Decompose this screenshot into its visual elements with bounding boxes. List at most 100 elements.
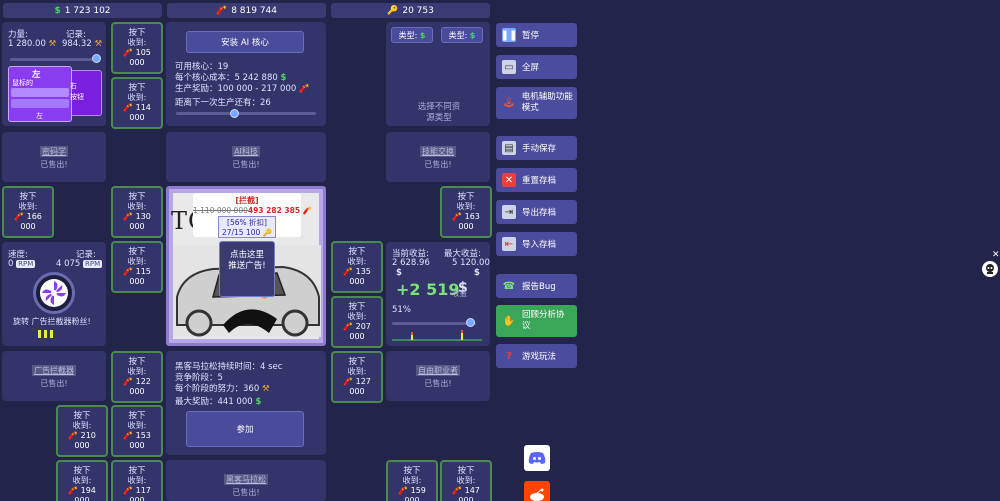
press-collect-label: 收到: xyxy=(456,476,476,485)
press-button[interactable]: 按下 收到: 🧨 207 000 xyxy=(331,296,383,348)
press-button[interactable]: 按下 收到: 🧨 163 000 xyxy=(440,186,492,238)
report-bug-button[interactable]: ☎ 报告Bug xyxy=(496,274,577,298)
press-value-suffix: 000 xyxy=(349,387,365,396)
sold-text: 已售出! xyxy=(232,160,260,169)
press-button[interactable]: 按下 收到: 🧨 166 000 xyxy=(2,186,54,238)
join-marathon-button[interactable]: 参加 xyxy=(186,411,304,447)
money-counter: $ 1 723 102 xyxy=(3,3,162,18)
dynamite-value: 8 819 744 xyxy=(231,5,278,16)
press-collect-label: 收到: xyxy=(402,476,422,485)
press-button[interactable]: 按下 收到: 🧨 127 000 xyxy=(331,351,383,403)
press-button[interactable]: 按下 收到: 🧨 115 000 xyxy=(111,241,163,293)
type-selector-2[interactable]: 类型: $ xyxy=(441,27,483,43)
resource-type-panel: 类型: $ 类型: $ 选择不同资源类型 xyxy=(386,22,490,126)
press-title: 按下 xyxy=(128,411,146,421)
press-button[interactable]: 按下 收到: 🧨 105 000 xyxy=(111,22,163,74)
strength-slider-knob[interactable] xyxy=(92,54,101,63)
press-value-suffix: 000 xyxy=(458,222,474,231)
press-button[interactable]: 按下 收到: 🧨 159 000 xyxy=(386,460,438,501)
reddit-icon[interactable] xyxy=(524,481,550,501)
press-button[interactable]: 按下 收到: 🧨 135 000 xyxy=(331,241,383,293)
press-collect-label: 收到: xyxy=(127,421,147,430)
type-selector-1[interactable]: 类型: $ xyxy=(391,27,433,43)
ad-price-tag: [拦截] 1 110 000 000493 282 385 🧨 [56% 折扣]… xyxy=(193,193,312,238)
press-collect-label: 收到: xyxy=(127,367,147,376)
cryptography-sold: 密码学 已售出! xyxy=(2,132,106,182)
press-value-suffix: 000 xyxy=(129,277,145,286)
hacker-marathon-sold: 黑客马拉松 已售出! xyxy=(166,460,326,501)
dollar-icon: $ xyxy=(469,30,476,40)
ai-core-panel: 安装 AI 核心 可用核心：19 每个核心成本：5 242 880 $ 生产奖励… xyxy=(166,22,326,126)
pause-button[interactable]: ❚❚ 暂停 xyxy=(496,23,577,47)
mouse-button-cards[interactable]: 左 鼠标的 右 按钮 左 xyxy=(8,66,102,122)
income-slider[interactable] xyxy=(392,322,476,325)
helper-avatar-icon[interactable] xyxy=(982,261,998,277)
press-value: 114 xyxy=(135,103,151,112)
dynamite-icon: 🧨 xyxy=(123,267,134,276)
ad-panel[interactable]: TO OBK [拦截] 1 110 000 000493 282 385 🧨 [… xyxy=(166,186,326,346)
rpm-unit: RPM xyxy=(16,260,36,268)
fan-indicator xyxy=(38,330,53,338)
press-collect-label: 收到: xyxy=(72,421,92,430)
press-button[interactable]: 按下 收到: 🧨 117 000 xyxy=(111,460,163,501)
push-ad-button[interactable]: 点击这里推送广告! xyxy=(219,241,275,297)
press-value: 194 xyxy=(80,486,96,495)
press-button[interactable]: 按下 收到: 🧨 153 000 xyxy=(111,405,163,457)
ai-core-slider-knob[interactable] xyxy=(230,109,239,118)
fullscreen-button[interactable]: ▭ 全屏 xyxy=(496,55,577,79)
strength-slider[interactable] xyxy=(10,58,100,61)
press-button[interactable]: 按下 收到: 🧨 194 000 xyxy=(56,460,108,501)
close-icon[interactable]: ✕ xyxy=(992,250,1000,260)
press-collect-label: 收到: xyxy=(347,367,367,376)
manual-save-button[interactable]: ▤ 手动保存 xyxy=(496,136,577,160)
press-title: 按下 xyxy=(128,247,146,257)
pause-label: 暂停 xyxy=(522,31,540,41)
install-ai-core-button[interactable]: 安装 AI 核心 xyxy=(186,31,304,53)
reset-save-button[interactable]: ✕ 重置存档 xyxy=(496,168,577,192)
press-value-suffix: 000 xyxy=(129,441,145,450)
press-value: 127 xyxy=(355,377,371,386)
speed-value: 0 xyxy=(8,259,14,269)
dynamite-icon: 🧨 xyxy=(298,84,310,94)
rpm-unit: RPM xyxy=(83,260,103,268)
strength-panel: 力量: 记录: 1 280.00 ⚒ 984.32 ⚒ 左 鼠标的 右 按钮 左 xyxy=(2,22,106,126)
pause-icon: ❚❚ xyxy=(500,28,518,42)
analytics-button[interactable]: ✋ 回顾分析协议 xyxy=(496,305,577,337)
strength-record-value: 984.32 xyxy=(62,39,92,49)
motor-assist-button[interactable]: 🕹 电机辅助功能模式 xyxy=(496,87,577,119)
export-save-button[interactable]: ⇥ 导出存档 xyxy=(496,200,577,224)
sold-text: 已售出! xyxy=(40,160,68,169)
press-value-suffix: 000 xyxy=(458,496,474,501)
how-to-play-button[interactable]: ? 游戏玩法 xyxy=(496,344,577,368)
fan-icon[interactable] xyxy=(33,272,75,314)
press-title: 按下 xyxy=(348,302,366,312)
press-button[interactable]: 按下 收到: 🧨 210 000 xyxy=(56,405,108,457)
press-value-suffix: 000 xyxy=(404,496,420,501)
press-button[interactable]: 按下 收到: 🧨 147 000 xyxy=(440,460,492,501)
dynamite-icon: 🧨 xyxy=(452,486,463,495)
dynamite-icon: 🧨 xyxy=(68,486,79,495)
import-save-button[interactable]: ⇤ 导入存档 xyxy=(496,232,577,256)
press-title: 按下 xyxy=(128,83,146,93)
fullscreen-label: 全屏 xyxy=(522,63,540,73)
freelancer-label: 自由职业者 xyxy=(416,365,460,376)
press-button[interactable]: 按下 收到: 🧨 114 000 xyxy=(111,77,163,129)
dynamite-icon: 🧨 xyxy=(123,48,134,57)
press-collect-label: 收到: xyxy=(127,257,147,266)
cross-icon: ✕ xyxy=(502,173,516,187)
current-income-value: 2 628.96 xyxy=(392,258,430,268)
press-value: 166 xyxy=(26,212,42,221)
income-floating-value: +2 519 xyxy=(396,280,460,299)
press-button[interactable]: 按下 收到: 🧨 130 000 xyxy=(111,186,163,238)
press-button[interactable]: 按下 收到: 🧨 122 000 xyxy=(111,351,163,403)
press-title: 按下 xyxy=(348,357,366,367)
ai-core-slider[interactable] xyxy=(176,112,316,115)
dynamite-icon: 🧨 xyxy=(452,212,463,221)
discord-icon[interactable] xyxy=(524,445,550,471)
income-slider-knob[interactable] xyxy=(466,318,475,327)
press-collect-label: 收到: xyxy=(456,202,476,211)
press-value-suffix: 000 xyxy=(129,496,145,501)
press-collect-label: 收到: xyxy=(18,202,38,211)
press-value-suffix: 000 xyxy=(74,496,90,501)
press-title: 按下 xyxy=(403,466,421,476)
